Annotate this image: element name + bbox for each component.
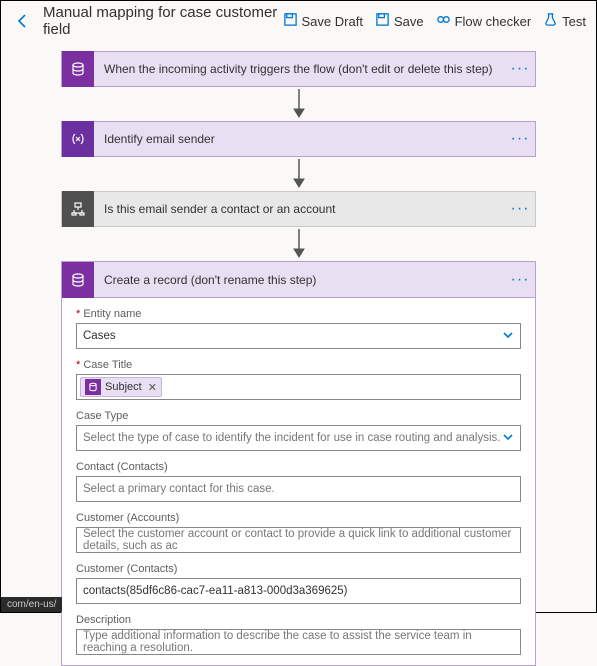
chevron-down-icon [502,329,514,344]
customer-acc-placeholder: Select the customer account or contact t… [83,528,514,552]
database-icon [62,262,94,298]
save-draft-button[interactable]: Save Draft [283,12,363,30]
back-icon[interactable] [15,13,31,29]
customer-con-input[interactable]: contacts(85df6c86-cac7-ea11-a813-000d3a3… [76,578,521,604]
header-bar: Manual mapping for case customer field S… [1,1,596,41]
save-icon [375,12,390,30]
field-contact: Contact (Contacts) Select a primary cont… [76,461,521,502]
customer-acc-input[interactable]: Select the customer account or contact t… [76,527,521,553]
page-title: Manual mapping for case customer field [43,4,283,38]
database-icon [85,379,101,395]
connector-arrow [61,227,536,261]
case-title-label: Case Title [76,359,521,371]
case-title-input[interactable]: Subject ✕ [76,374,521,400]
step-create-record-panel: Create a record (don't rename this step)… [61,261,536,666]
step-create-label: Create a record (don't rename this step) [94,273,505,287]
case-type-placeholder: Select the type of case to identify the … [83,432,500,444]
step-menu-icon[interactable]: ··· [505,60,535,78]
flow-checker-label: Flow checker [455,14,532,29]
customer-acc-label: Customer (Accounts) [76,512,521,524]
step-trigger-label: When the incoming activity triggers the … [94,62,505,76]
toolbar: Save Draft Save Flow checker Test [283,12,586,30]
field-description: Description Type additional information … [76,614,521,655]
save-draft-label: Save Draft [302,14,363,29]
connector-arrow [61,157,536,191]
connector-arrow [61,87,536,121]
entity-name-label: Entity name [76,308,521,320]
create-record-body: Entity name Cases Case Title Subject [62,298,535,655]
field-customer-accounts: Customer (Accounts) Select the customer … [76,512,521,553]
step-menu-icon[interactable]: ··· [505,200,535,218]
field-customer-contacts: Customer (Contacts) contacts(85df6c86-ca… [76,563,521,604]
chevron-down-icon [502,431,514,446]
subject-chip[interactable]: Subject ✕ [80,377,162,397]
flow-checker-icon [436,12,451,30]
step-trigger[interactable]: When the incoming activity triggers the … [61,51,536,87]
chip-remove-icon[interactable]: ✕ [146,381,157,394]
test-button[interactable]: Test [543,12,586,30]
step-create-record[interactable]: Create a record (don't rename this step)… [62,262,535,298]
field-entity-name: Entity name Cases [76,308,521,349]
test-label: Test [562,14,586,29]
chip-label: Subject [105,381,142,393]
step-identify-sender[interactable]: Identify email sender ··· [61,121,536,157]
customer-con-label: Customer (Contacts) [76,563,521,575]
case-type-select[interactable]: Select the type of case to identify the … [76,425,521,451]
case-type-label: Case Type [76,410,521,422]
customer-con-value: contacts(85df6c86-cac7-ea11-a813-000d3a3… [83,585,347,597]
status-bar: com/en-us/ [1,597,62,612]
contact-placeholder: Select a primary contact for this case. [83,483,275,495]
entity-name-select[interactable]: Cases [76,323,521,349]
description-input[interactable]: Type additional information to describe … [76,629,521,655]
step-condition[interactable]: Is this email sender a contact or an acc… [61,191,536,227]
description-label: Description [76,614,521,626]
step-condition-label: Is this email sender a contact or an acc… [94,202,505,216]
database-icon [62,51,94,87]
save-draft-icon [283,12,298,30]
condition-icon [62,191,94,227]
field-case-type: Case Type Select the type of case to ide… [76,410,521,451]
step-identify-label: Identify email sender [94,132,505,146]
description-placeholder: Type additional information to describe … [83,630,514,654]
flow-canvas: When the incoming activity triggers the … [1,41,596,666]
save-button[interactable]: Save [375,12,424,30]
entity-name-value: Cases [83,330,116,342]
test-icon [543,12,558,30]
field-case-title: Case Title Subject ✕ [76,359,521,400]
save-label: Save [394,14,424,29]
step-menu-icon[interactable]: ··· [505,130,535,148]
contact-input[interactable]: Select a primary contact for this case. [76,476,521,502]
step-menu-icon[interactable]: ··· [505,271,535,289]
contact-label: Contact (Contacts) [76,461,521,473]
flow-checker-button[interactable]: Flow checker [436,12,532,30]
variable-icon [62,121,94,157]
